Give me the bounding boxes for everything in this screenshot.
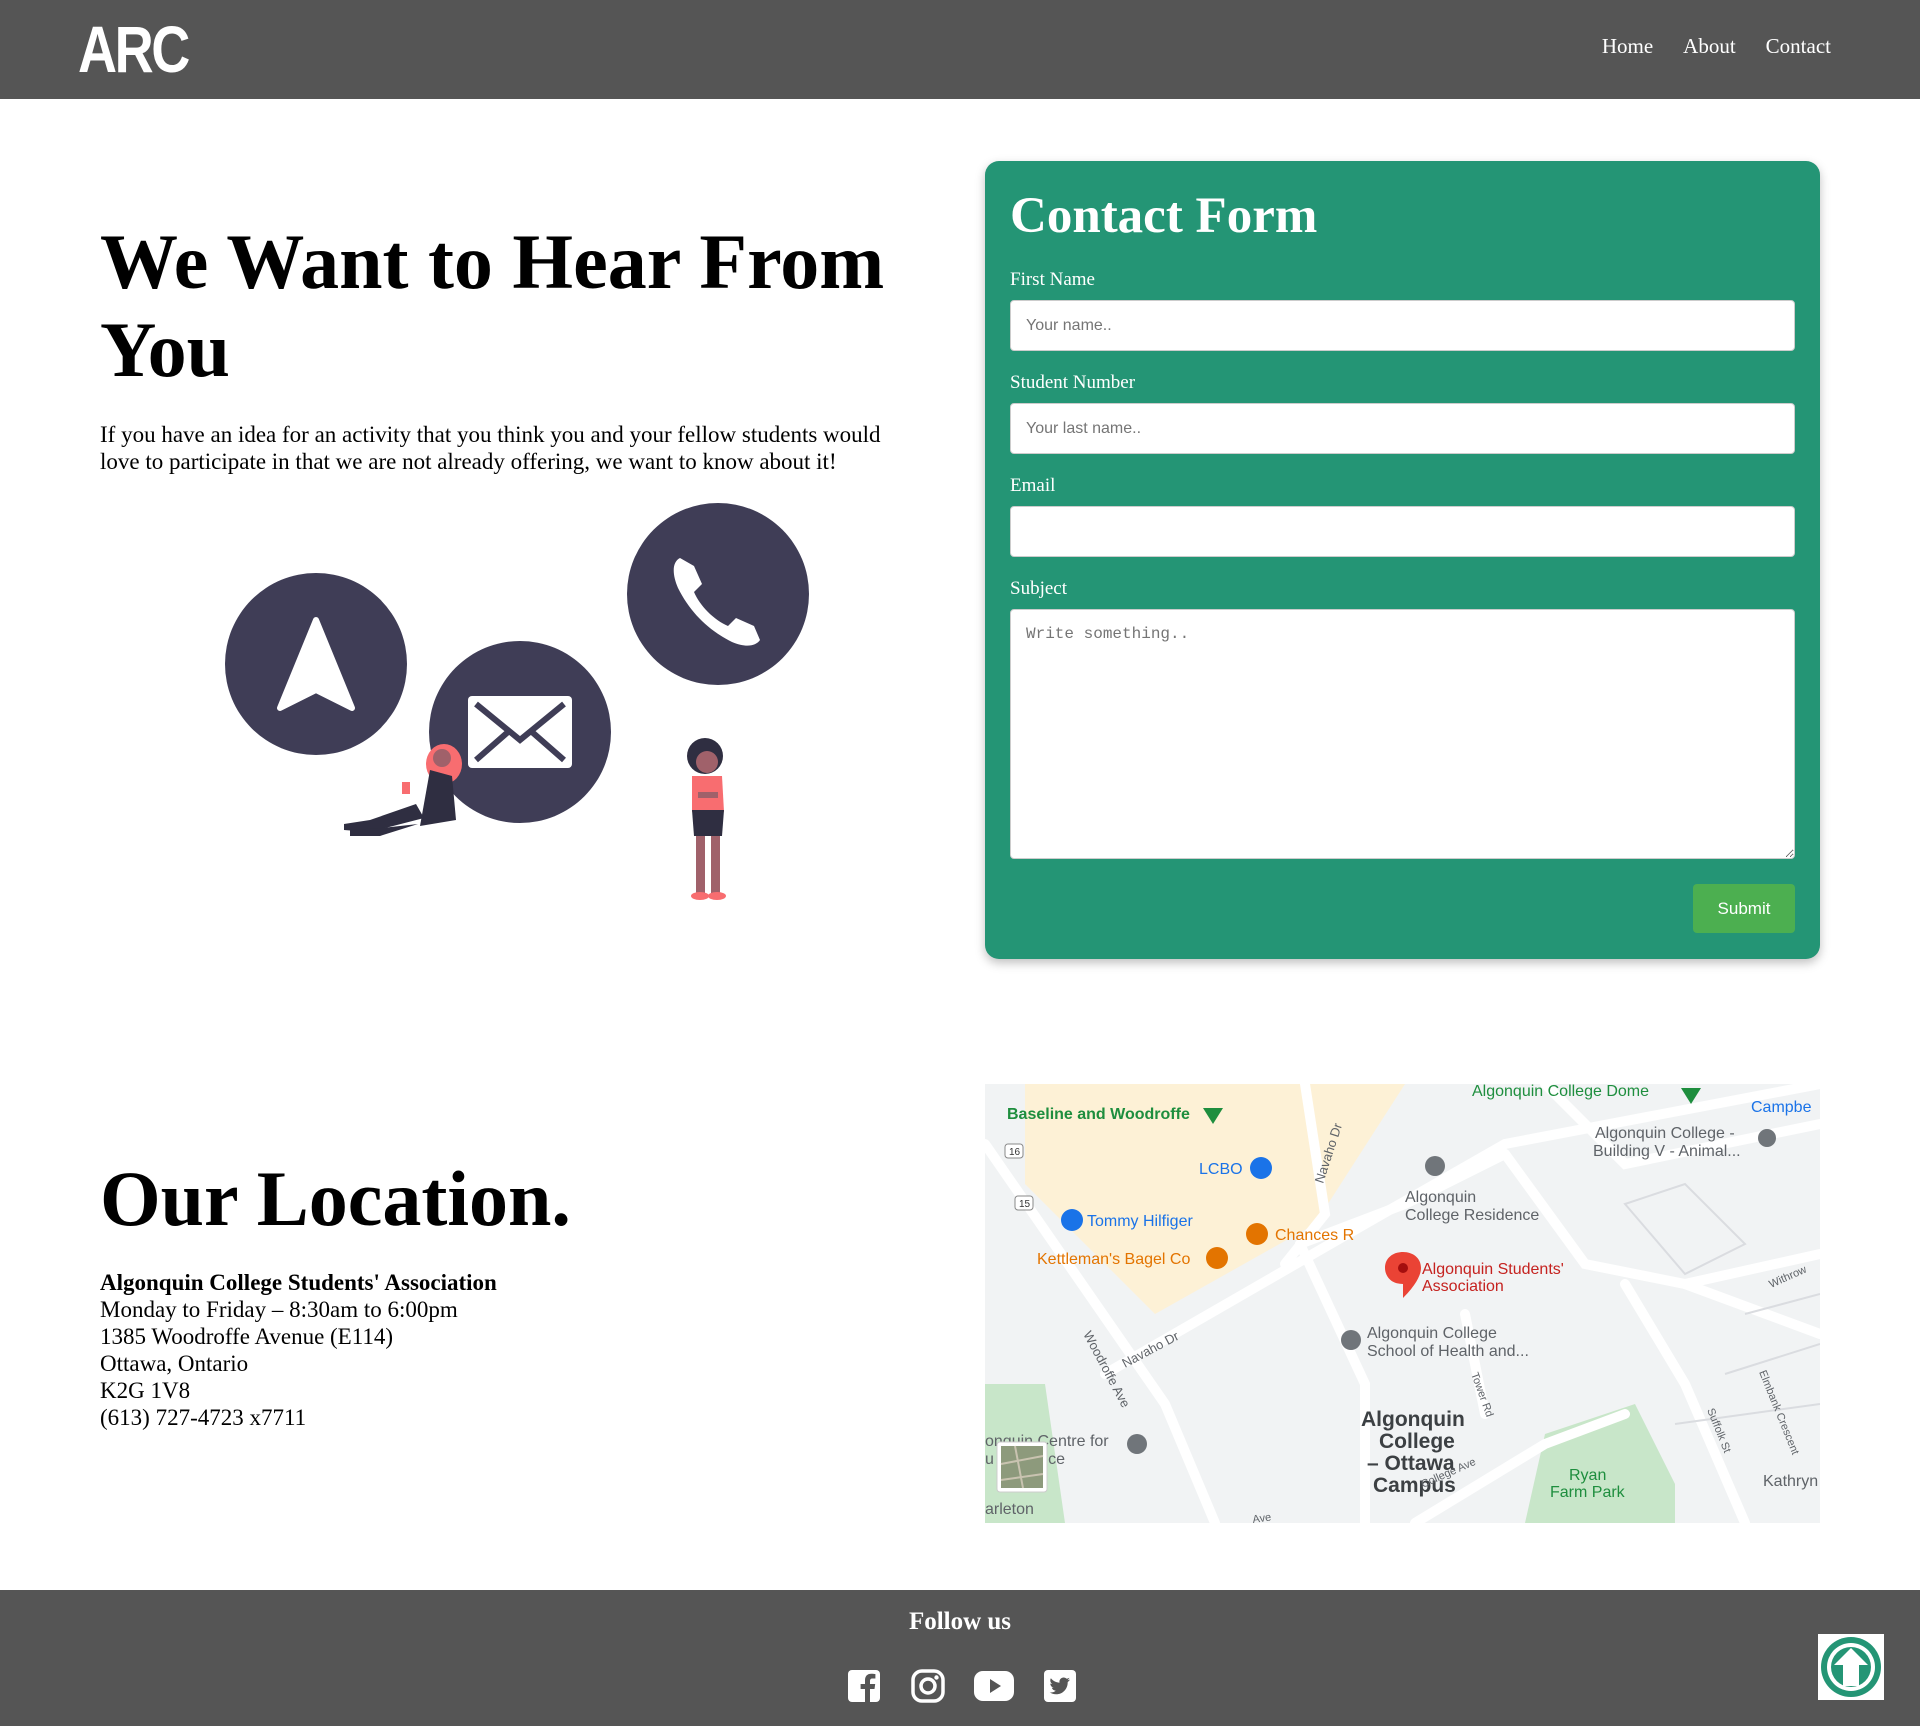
nav-about-link[interactable]: About <box>1683 34 1736 59</box>
health-marker-icon <box>1341 1330 1361 1350</box>
health-label-line1[interactable]: Algonquin College <box>1367 1325 1497 1342</box>
twitter-icon[interactable] <box>1042 1668 1078 1704</box>
facebook-icon[interactable] <box>846 1668 882 1704</box>
carleton-label[interactable]: arleton <box>985 1501 1034 1518</box>
residence-marker-icon <box>1425 1156 1445 1176</box>
phone-number: (613) 727-4723 x7711 <box>100 1405 307 1430</box>
phone-icon <box>627 503 809 685</box>
address-block: Algonquin College Students' Association … <box>100 1269 497 1431</box>
student-number-label: Student Number <box>1010 372 1136 393</box>
hero-heading: We Want to Hear From You <box>100 218 885 393</box>
submit-button[interactable]: Submit <box>1693 884 1795 933</box>
contact-illustration <box>225 503 809 900</box>
route-15-label: 15 <box>1019 1199 1031 1210</box>
tommy-hilfiger-label[interactable]: Tommy Hilfiger <box>1087 1213 1193 1230</box>
asa-label-line1[interactable]: Algonquin Students' <box>1422 1261 1564 1278</box>
ryan-farm-label-line2[interactable]: Farm Park <box>1550 1484 1626 1501</box>
chances-marker-icon <box>1246 1223 1268 1245</box>
subject-label: Subject <box>1010 578 1067 599</box>
tommy-marker-icon <box>1061 1209 1083 1231</box>
site-footer: Follow us <box>0 1590 1920 1726</box>
chances-r-label[interactable]: Chances R <box>1275 1227 1354 1244</box>
arrow-up-circle-icon <box>1821 1637 1881 1697</box>
dome-label[interactable]: Algonquin College Dome <box>1472 1084 1649 1100</box>
lcbo-marker-icon <box>1250 1157 1272 1179</box>
hero-paragraph: If you have an idea for an activity that… <box>100 422 881 474</box>
ryan-farm-label-line1[interactable]: Ryan <box>1569 1467 1606 1484</box>
follow-us-heading: Follow us <box>908 1608 1012 1635</box>
residence-label-line2[interactable]: College Residence <box>1405 1207 1539 1224</box>
health-label-line2[interactable]: School of Health and... <box>1367 1343 1529 1360</box>
form-title: Contact Form <box>1010 188 1318 244</box>
nav-contact-link[interactable]: Contact <box>1766 34 1831 59</box>
route-16-label: 16 <box>1009 1147 1021 1158</box>
kettleman-label[interactable]: Kettleman's Bagel Co <box>1037 1251 1190 1268</box>
nav-home-link[interactable]: Home <box>1602 34 1653 59</box>
building-v-label-line2[interactable]: Building V - Animal... <box>1593 1143 1741 1160</box>
main-nav: Home About Contact <box>1602 34 1831 59</box>
office-hours: Monday to Friday – 8:30am to 6:00pm <box>100 1297 458 1322</box>
postal-code: K2G 1V8 <box>100 1378 191 1403</box>
kathryn-label[interactable]: Kathryn <box>1763 1473 1818 1490</box>
campus-label-line1[interactable]: Algonquin <box>1361 1408 1465 1431</box>
centre-marker-icon <box>1127 1434 1147 1454</box>
arc-logo[interactable]: ARC <box>78 14 190 84</box>
navigation-icon <box>225 573 407 755</box>
city-province: Ottawa, Ontario <box>100 1351 249 1376</box>
kettleman-marker-icon <box>1206 1247 1228 1269</box>
social-links <box>846 1668 1078 1704</box>
youtube-icon[interactable] <box>974 1671 1014 1701</box>
building-v-marker-icon <box>1758 1129 1776 1147</box>
residence-label-line1[interactable]: Algonquin <box>1405 1189 1476 1206</box>
building-v-label-line1[interactable]: Algonquin College - <box>1595 1125 1735 1142</box>
baseline-woodroffe-label[interactable]: Baseline and Woodroffe <box>1007 1106 1190 1123</box>
first-name-label: First Name <box>1010 269 1095 290</box>
campus-label-line2[interactable]: College <box>1379 1430 1455 1453</box>
campbell-label[interactable]: Campbe <box>1751 1099 1812 1116</box>
top-navbar: ARC Home About Contact <box>0 0 1920 99</box>
mail-icon <box>429 641 611 823</box>
subject-textarea[interactable] <box>1010 609 1795 859</box>
sitting-person-figure <box>344 744 462 836</box>
back-to-top-button[interactable] <box>1818 1634 1884 1700</box>
lcbo-label[interactable]: LCBO <box>1199 1161 1243 1178</box>
standing-person-figure <box>687 738 726 900</box>
location-heading: Our Location. <box>100 1155 571 1242</box>
street-address: 1385 Woodroffe Avenue (E114) <box>100 1324 394 1349</box>
asa-label-line2[interactable]: Association <box>1422 1278 1504 1295</box>
ave-label: Ave <box>1252 1511 1272 1523</box>
instagram-icon[interactable] <box>910 1668 946 1704</box>
email-input[interactable] <box>1010 506 1795 557</box>
student-number-input[interactable] <box>1010 403 1795 454</box>
organization-name: Algonquin College Students' Association <box>100 1270 497 1295</box>
satellite-view-toggle[interactable] <box>996 1441 1048 1493</box>
contact-form: Contact Form First Name Student Number E… <box>985 161 1820 959</box>
email-label: Email <box>1010 475 1056 496</box>
first-name-input[interactable] <box>1010 300 1795 351</box>
google-map[interactable]: 16 15 Algonquin College Dome Campbe Base… <box>985 1084 1820 1523</box>
